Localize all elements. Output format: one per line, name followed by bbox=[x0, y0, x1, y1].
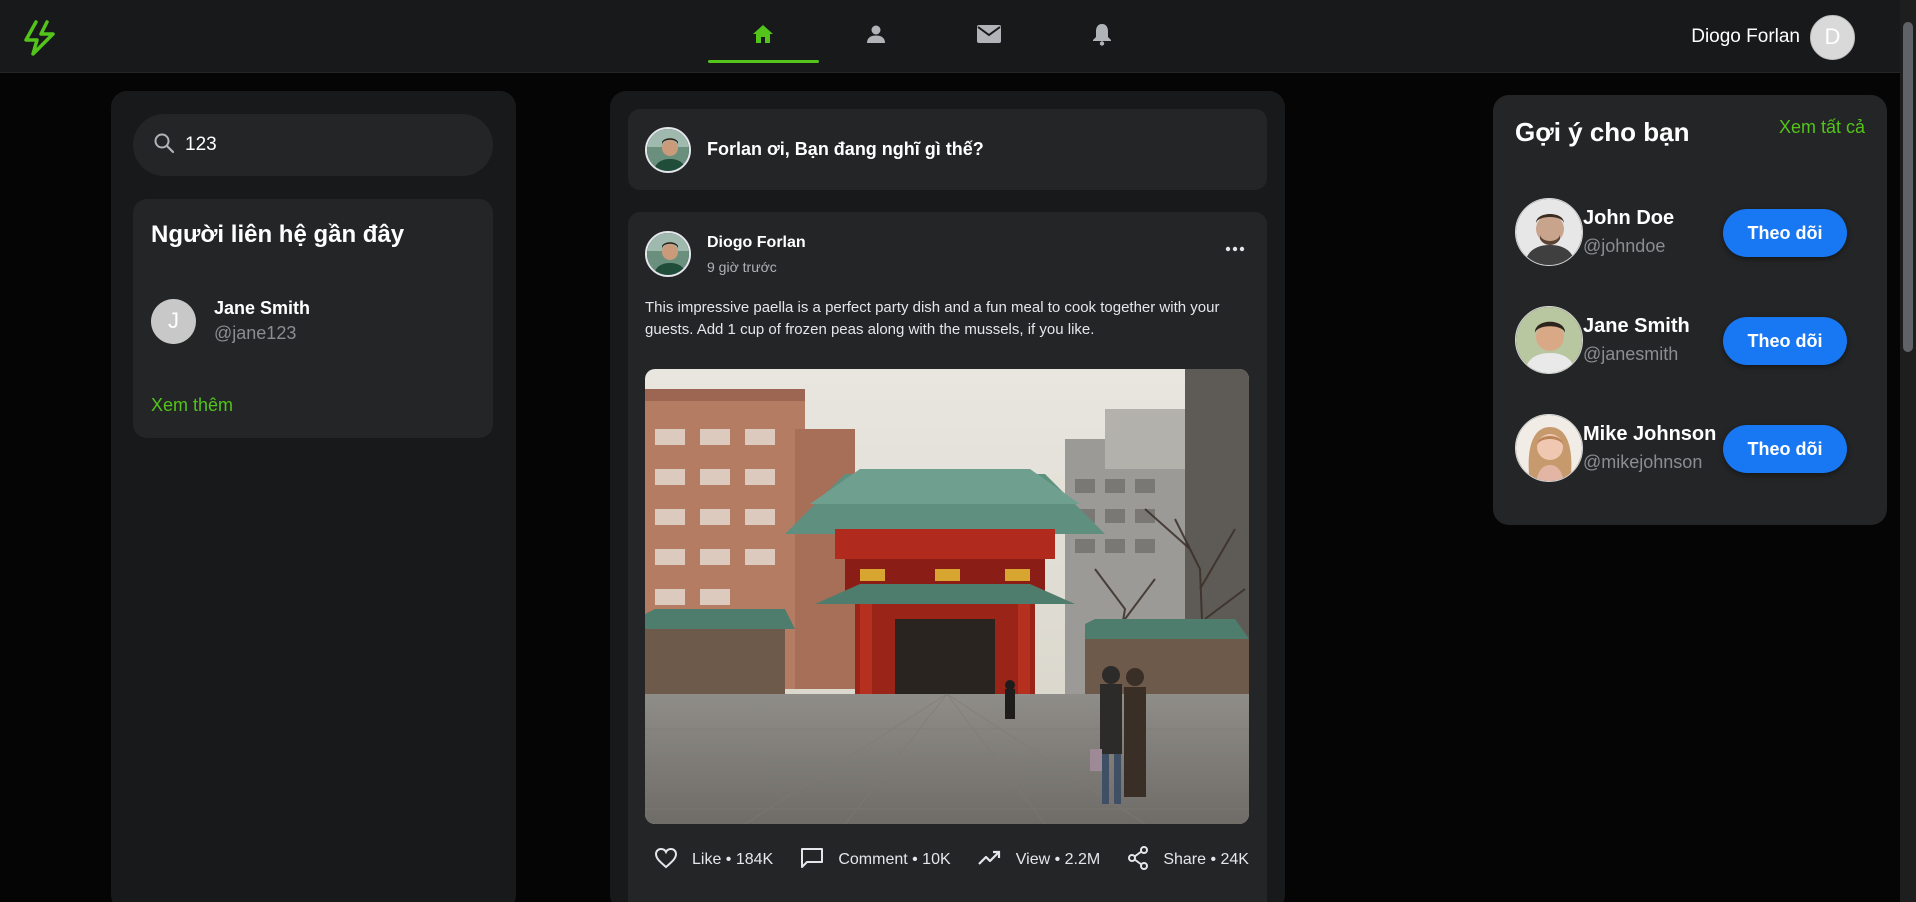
user-name: Diogo Forlan bbox=[1691, 26, 1800, 47]
suggestion-name[interactable]: Jane Smith bbox=[1583, 315, 1723, 338]
comment-count: Comment • 10K bbox=[838, 851, 951, 868]
post-card: Diogo Forlan 9 giờ trước This impressive… bbox=[628, 212, 1267, 902]
composer-prompt[interactable]: Forlan ơi, Bạn đang nghĩ gì thế? bbox=[707, 139, 984, 160]
comment-icon bbox=[800, 847, 824, 874]
avatar[interactable] bbox=[1515, 306, 1583, 374]
search-input[interactable] bbox=[185, 134, 465, 156]
suggestions-title: Gợi ý cho bạn bbox=[1515, 117, 1690, 147]
main-nav bbox=[706, 0, 1158, 73]
suggestion-item: John Doe @johndoe Theo dõi bbox=[1515, 198, 1865, 266]
suggestion-name[interactable]: Mike Johnson bbox=[1583, 423, 1723, 446]
suggestion-handle: @mikejohnson bbox=[1583, 452, 1703, 472]
post-actions: Like • 184K Comment • 10K View • 2.2M Sh… bbox=[654, 842, 1249, 878]
nav-profile[interactable] bbox=[819, 0, 932, 73]
nav-home[interactable] bbox=[706, 0, 819, 73]
share-button[interactable]: Share • 24K bbox=[1127, 845, 1249, 875]
like-count: Like • 184K bbox=[692, 851, 774, 868]
post-header: Diogo Forlan 9 giờ trước bbox=[645, 231, 806, 277]
suggestion-item: Jane Smith @janesmith Theo dõi bbox=[1515, 306, 1865, 374]
suggestion-handle: @janesmith bbox=[1583, 344, 1679, 364]
mail-icon bbox=[976, 23, 1002, 50]
bell-icon bbox=[1091, 22, 1113, 51]
post-timestamp: 9 giờ trước bbox=[707, 258, 777, 275]
search-icon bbox=[153, 132, 175, 159]
suggestion-handle: @johndoe bbox=[1583, 236, 1666, 256]
page-scrollbar[interactable] bbox=[1900, 0, 1916, 902]
left-sidebar: Người liên hệ gần đây J Jane Smith @jane… bbox=[111, 91, 516, 902]
like-button[interactable]: Like • 184K bbox=[654, 847, 773, 874]
post-author[interactable]: Diogo Forlan bbox=[707, 234, 806, 252]
user-menu[interactable]: Diogo Forlan D bbox=[1691, 14, 1855, 60]
comment-button[interactable]: Comment • 10K bbox=[800, 847, 951, 874]
share-count: Share • 24K bbox=[1163, 851, 1249, 868]
contact-name: Jane Smith bbox=[214, 298, 311, 318]
avatar bbox=[645, 126, 691, 173]
top-navbar: Diogo Forlan D bbox=[0, 0, 1900, 73]
home-icon bbox=[751, 22, 775, 51]
nav-messages[interactable] bbox=[932, 0, 1045, 73]
avatar: J bbox=[151, 298, 196, 344]
post-composer[interactable]: Forlan ơi, Bạn đang nghĩ gì thế? bbox=[628, 109, 1267, 190]
suggestion-item: Mike Johnson @mikejohnson Theo dõi bbox=[1515, 414, 1865, 482]
avatar[interactable] bbox=[1515, 414, 1583, 482]
suggestion-name[interactable]: John Doe bbox=[1583, 207, 1723, 230]
news-feed: Forlan ơi, Bạn đang nghĩ gì thế? Diogo F… bbox=[610, 91, 1285, 902]
more-options-icon[interactable] bbox=[1223, 242, 1247, 254]
see-more-link[interactable]: Xem thêm bbox=[151, 395, 233, 416]
person-icon bbox=[864, 22, 888, 51]
post-image[interactable] bbox=[645, 369, 1249, 824]
post-text: This impressive paella is a perfect part… bbox=[645, 299, 1220, 338]
nav-notifications[interactable] bbox=[1045, 0, 1158, 73]
view-button[interactable]: View • 2.2M bbox=[977, 849, 1101, 872]
recent-contacts-card: Người liên hệ gần đây J Jane Smith @jane… bbox=[133, 199, 493, 438]
contact-item[interactable]: J Jane Smith @jane123 bbox=[151, 298, 310, 344]
suggestions-panel: Gợi ý cho bạn Xem tất cả John Doe @johnd… bbox=[1493, 95, 1887, 525]
follow-button[interactable]: Theo dõi bbox=[1723, 425, 1847, 473]
see-all-link[interactable]: Xem tất cả bbox=[1779, 117, 1865, 138]
contact-handle: @jane123 bbox=[214, 323, 297, 343]
follow-button[interactable]: Theo dõi bbox=[1723, 209, 1847, 257]
scrollbar-thumb[interactable] bbox=[1903, 22, 1913, 352]
search-bar[interactable] bbox=[133, 114, 493, 176]
recent-contacts-title: Người liên hệ gần đây bbox=[151, 221, 405, 248]
lightning-bolt-icon[interactable] bbox=[22, 20, 58, 56]
avatar[interactable] bbox=[645, 231, 691, 277]
avatar[interactable]: D bbox=[1810, 14, 1855, 60]
heart-icon bbox=[654, 847, 678, 874]
follow-button[interactable]: Theo dõi bbox=[1723, 317, 1847, 365]
share-icon bbox=[1127, 845, 1149, 875]
trending-up-icon bbox=[977, 849, 1002, 872]
avatar[interactable] bbox=[1515, 198, 1583, 266]
view-count: View • 2.2M bbox=[1015, 851, 1101, 868]
